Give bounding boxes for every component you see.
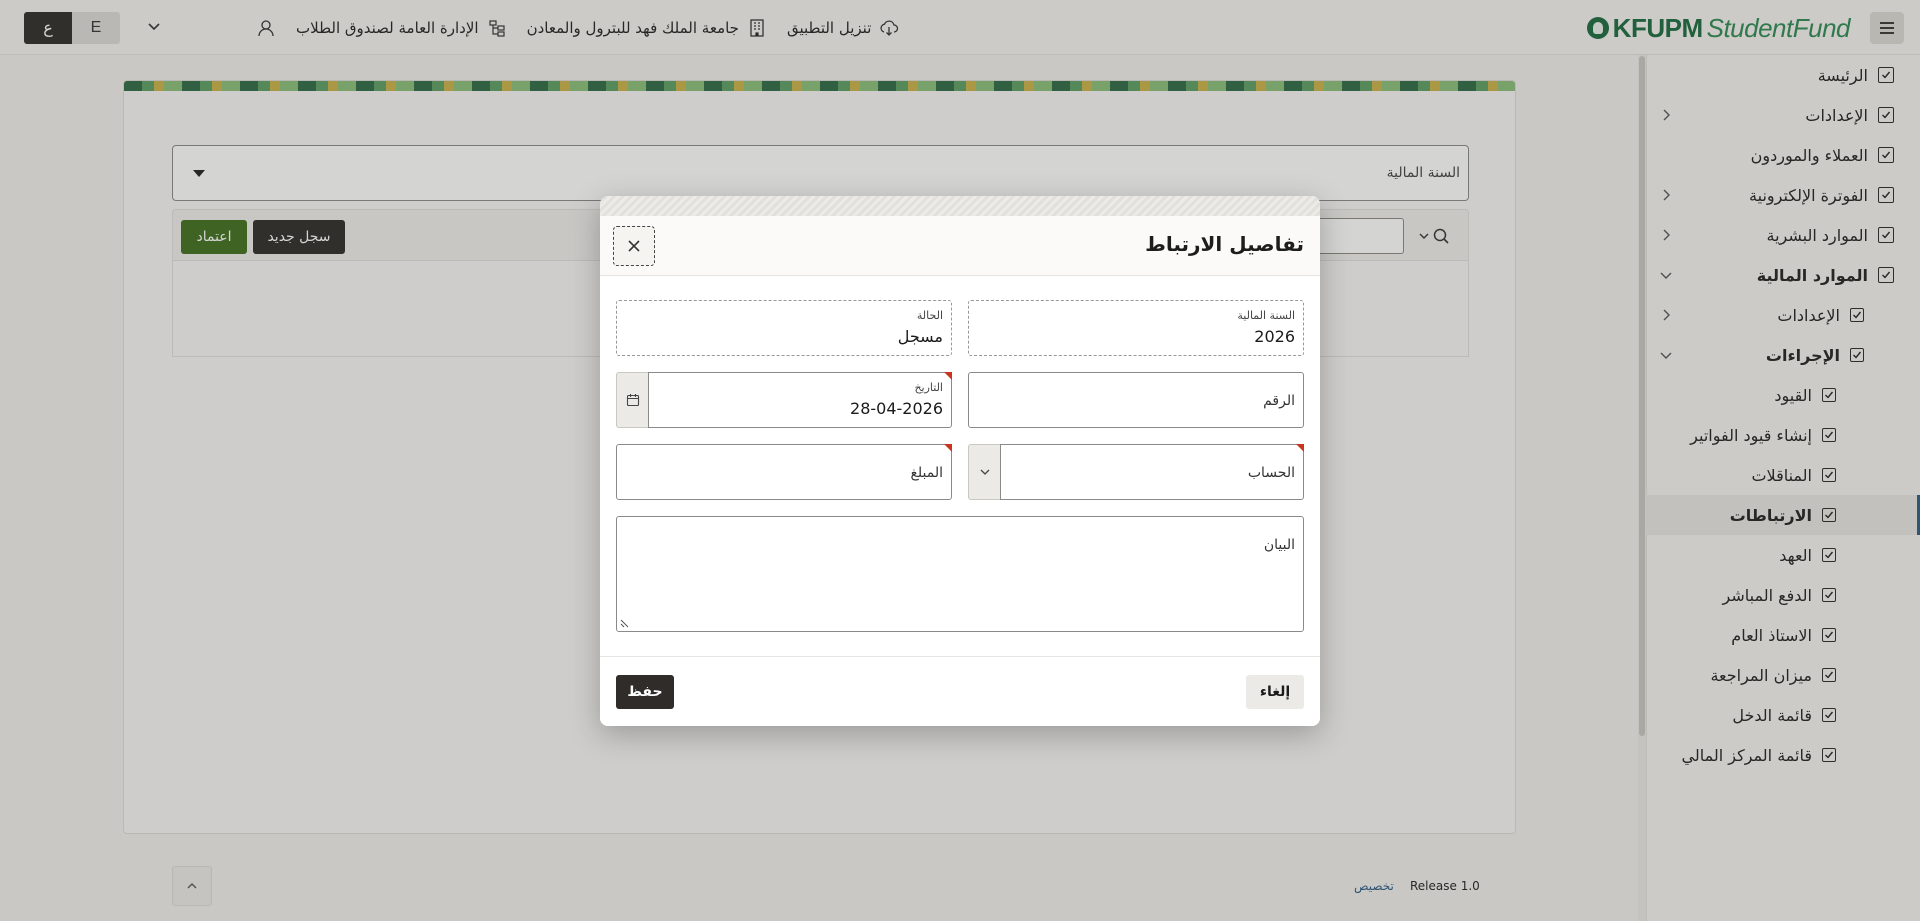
field-label: الرقم xyxy=(1263,393,1295,409)
field-label: البيان xyxy=(1263,537,1295,553)
dialog-footer: حفظ إلغاء xyxy=(600,656,1320,726)
field-value: مسجل xyxy=(897,327,943,346)
required-marker xyxy=(1296,444,1304,452)
field-label: التاريخ xyxy=(914,381,943,394)
status-field: الحالة مسجل xyxy=(616,300,952,356)
commitment-details-dialog: تفاصيل الارتباط السنة المالية 2026 الحال… xyxy=(600,196,1320,726)
required-marker xyxy=(944,444,952,452)
date-field[interactable]: التاريخ 28-04-2026 xyxy=(648,372,952,428)
account-field[interactable]: الحساب xyxy=(1000,444,1304,500)
amount-field[interactable]: المبلغ xyxy=(616,444,952,500)
field-value: 28-04-2026 xyxy=(850,399,943,418)
date-picker-button[interactable] xyxy=(616,372,650,428)
cancel-button[interactable]: إلغاء xyxy=(1246,675,1304,709)
dialog-header: تفاصيل الارتباط xyxy=(600,216,1320,276)
field-label: السنة المالية xyxy=(1237,309,1295,322)
number-field[interactable]: الرقم xyxy=(968,372,1304,428)
resize-grip-icon[interactable] xyxy=(620,618,630,628)
dialog-title: تفاصيل الارتباط xyxy=(1145,232,1304,256)
dialog-close-button[interactable] xyxy=(613,226,655,266)
field-value: 2026 xyxy=(1254,327,1295,346)
account-lov-button[interactable] xyxy=(968,444,1002,500)
field-label: الحالة xyxy=(916,309,943,322)
field-label: الحساب xyxy=(1247,465,1295,481)
fiscal-year-field: السنة المالية 2026 xyxy=(968,300,1304,356)
calendar-icon xyxy=(626,394,640,407)
dialog-decorative-pattern xyxy=(600,196,1320,216)
chevron-down-icon xyxy=(980,469,990,475)
close-icon xyxy=(628,240,640,252)
required-marker xyxy=(944,372,952,380)
save-button[interactable]: حفظ xyxy=(616,675,674,709)
statement-textarea[interactable]: البيان xyxy=(616,516,1304,632)
field-label: المبلغ xyxy=(910,465,943,481)
